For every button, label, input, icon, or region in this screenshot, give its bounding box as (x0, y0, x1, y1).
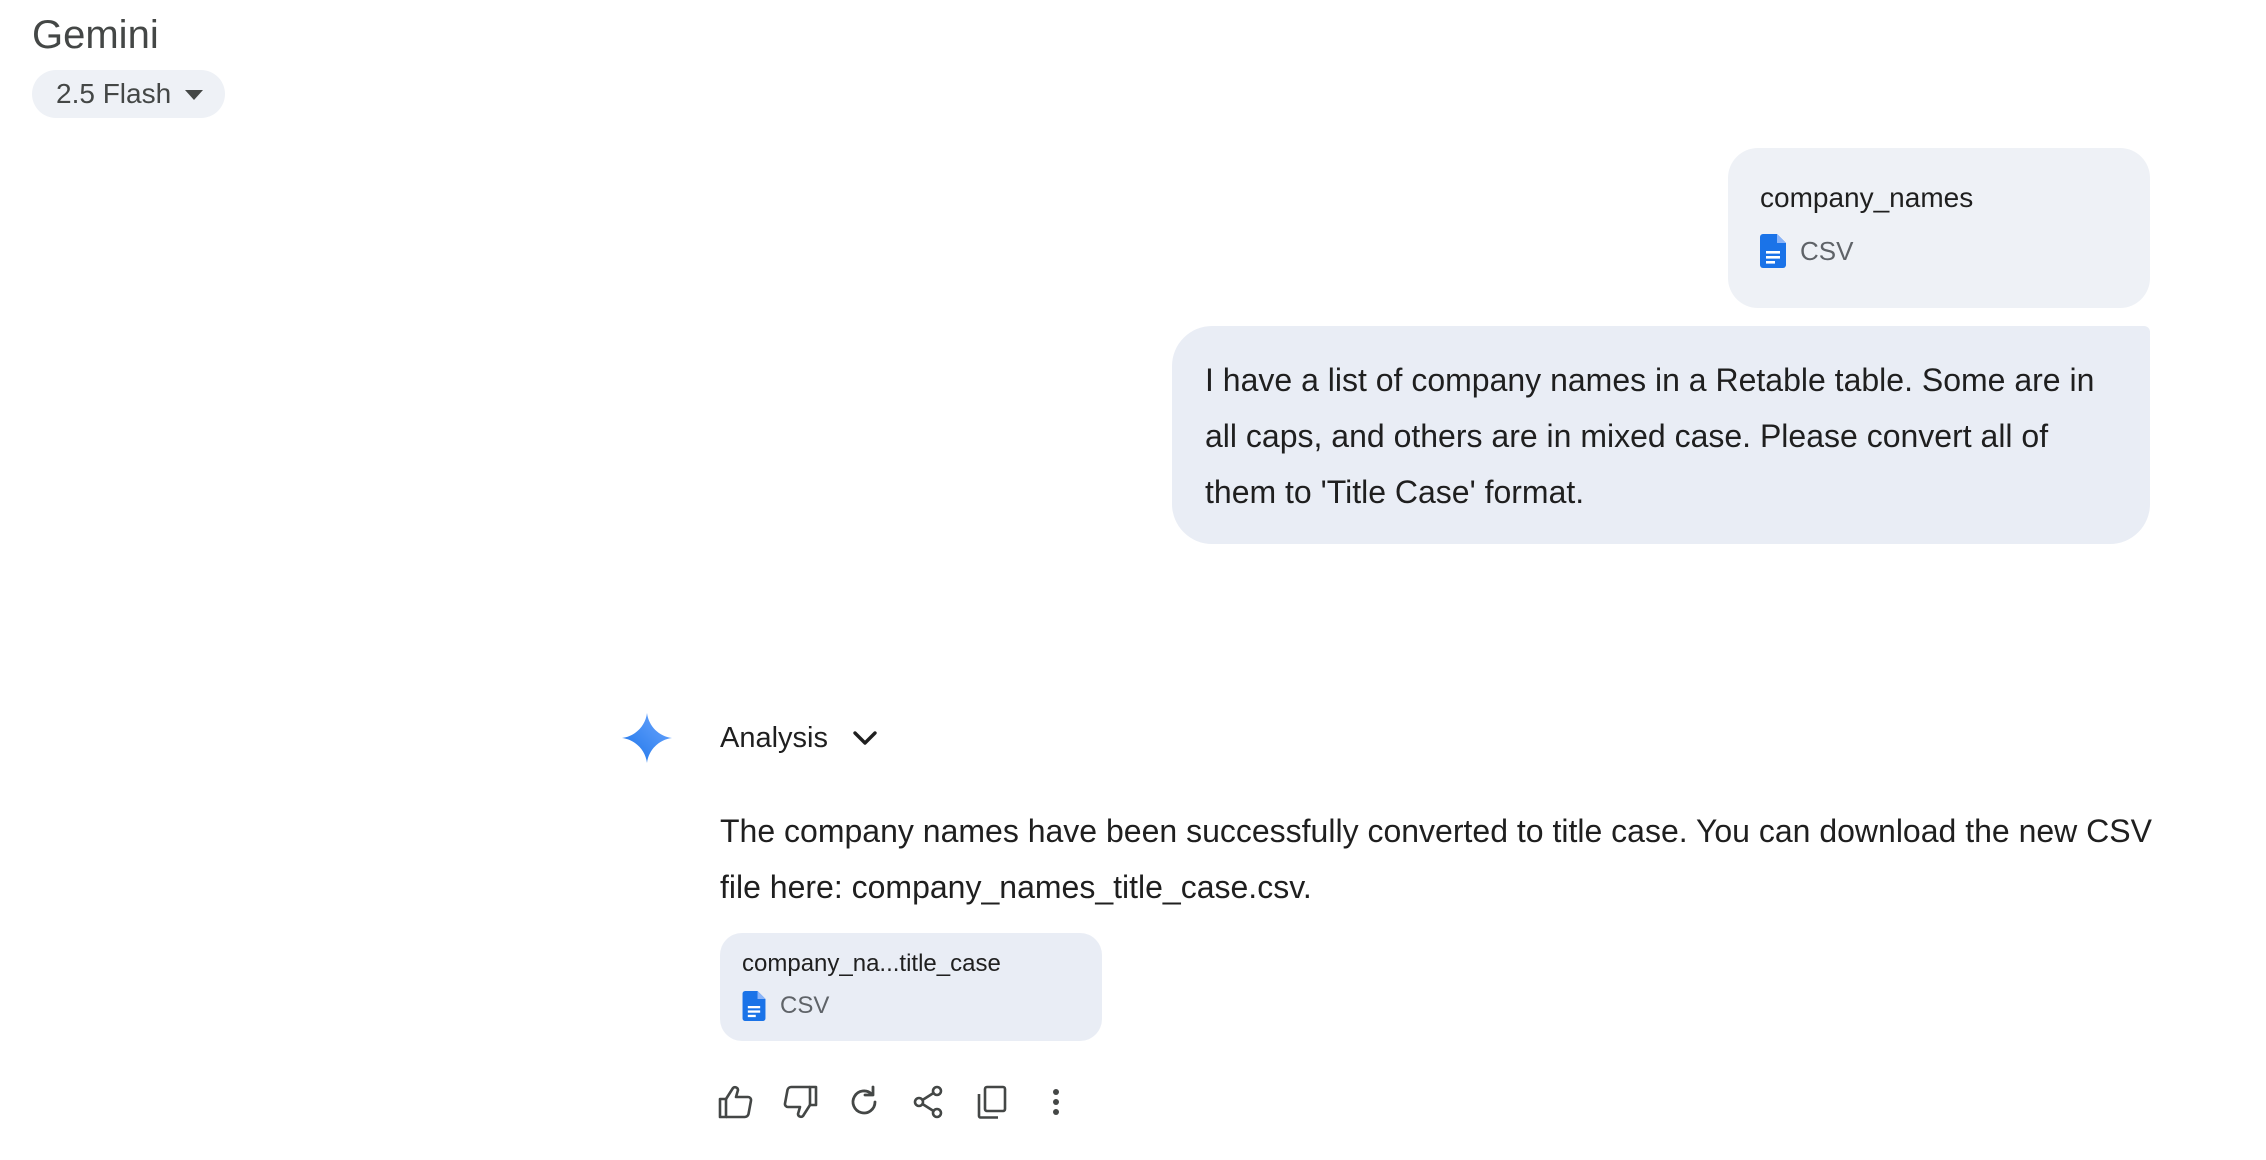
chevron-down-icon (852, 722, 878, 755)
share-icon (911, 1085, 945, 1119)
model-response-text: The company names have been successfully… (720, 813, 2152, 905)
user-attachment-chip[interactable]: company_names CSV (1728, 148, 2150, 308)
model-picker-button[interactable]: 2.5 Flash (32, 70, 226, 118)
user-attachment-name: company_names (1760, 182, 1974, 213)
copy-button[interactable] (974, 1084, 1010, 1120)
thumbs-up-icon (718, 1085, 754, 1119)
thumbs-down-button[interactable] (782, 1084, 818, 1120)
document-icon (1760, 234, 1786, 268)
share-button[interactable] (910, 1084, 946, 1120)
redo-icon (847, 1085, 881, 1119)
gemini-spark-icon (622, 713, 672, 763)
more-vert-icon (1050, 1087, 1062, 1117)
redo-button[interactable] (846, 1084, 882, 1120)
thumbs-down-icon (782, 1085, 818, 1119)
copy-icon (976, 1085, 1008, 1119)
response-actions (718, 1084, 1074, 1120)
more-options-button[interactable] (1038, 1084, 1074, 1120)
model-attachment-chip[interactable]: company_na...title_case CSV (720, 933, 1102, 1041)
analysis-toggle[interactable]: Analysis (720, 716, 878, 760)
model-attachment-type: CSV (780, 992, 830, 1019)
model-label: 2.5 Flash (56, 78, 172, 109)
analysis-label: Analysis (720, 721, 828, 754)
caret-down-icon (185, 90, 204, 100)
app-title: Gemini (32, 13, 159, 57)
gemini-chat-page: Gemini 2.5 Flash company_names CSV I hav… (0, 0, 2266, 1160)
user-attachment-type: CSV (1800, 235, 1854, 266)
user-message-bubble: I have a list of company names in a Reta… (1172, 326, 2150, 544)
document-icon (742, 991, 766, 1021)
thumbs-up-button[interactable] (718, 1084, 754, 1120)
model-attachment-name: company_na...title_case (742, 950, 1001, 977)
